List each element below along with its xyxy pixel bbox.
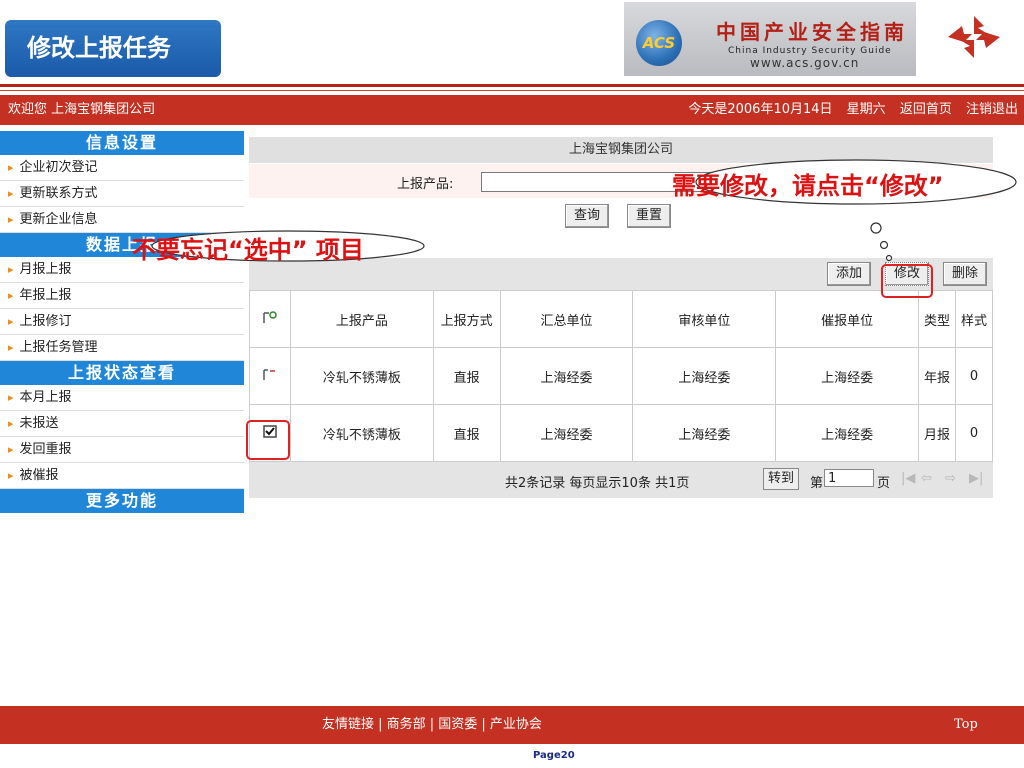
- edit-hint-callout: 需要修改，请点击“修改”: [672, 172, 944, 200]
- cell-urge: 上海经委: [775, 404, 919, 462]
- first-page-icon[interactable]: |◀: [901, 471, 915, 486]
- logo-chinese-title: 中国产业安全指南: [716, 20, 908, 44]
- cell-style: 0: [954, 404, 994, 462]
- goto-button[interactable]: 转到: [763, 468, 800, 490]
- cell-summary: 上海经委: [499, 404, 634, 462]
- footer-bar: 友情链接 | 商务部 | 国资委 | 产业协会 Top: [0, 706, 1024, 744]
- table-row[interactable]: 冷轧不锈薄板 直报 上海经委 上海经委 上海经委 月报 0: [249, 404, 994, 462]
- sidebar-item-returned[interactable]: 发回重报: [0, 437, 244, 463]
- cell-product: 冷轧不锈薄板: [289, 347, 434, 405]
- table-row[interactable]: 冷轧不锈薄板 直报 上海经委 上海经委 上海经委 年报 0: [249, 347, 994, 405]
- cell-style: 0: [954, 347, 994, 405]
- column-header-method: 上报方式: [432, 290, 501, 348]
- footer-links[interactable]: 友情链接 | 商务部 | 国资委 | 产业协会: [322, 706, 542, 744]
- sidebar-section-more: 更多功能: [0, 489, 244, 513]
- sidebar-item-task-management[interactable]: 上报任务管理: [0, 335, 244, 361]
- column-header-type: 类型: [918, 290, 956, 348]
- table-header-row: 上报产品 上报方式 汇总单位 审核单位 催报单位 类型 样式: [249, 290, 994, 348]
- sidebar-item-update-contact[interactable]: 更新联系方式: [0, 181, 244, 207]
- reset-button[interactable]: 重置: [627, 204, 672, 228]
- sidebar-item-not-submitted[interactable]: 未报送: [0, 411, 244, 437]
- product-filter-label: 上报产品:: [397, 177, 454, 192]
- select-all-cell: [249, 290, 291, 348]
- cell-audit: 上海经委: [632, 404, 777, 462]
- cell-method: 直报: [432, 347, 501, 405]
- column-header-summary: 汇总单位: [499, 290, 634, 348]
- row-unchecked-icon[interactable]: [261, 367, 279, 381]
- cell-product: 冷轧不锈薄板: [289, 404, 434, 462]
- checkbox-highlight: [246, 420, 290, 460]
- header-divider: [0, 84, 1024, 87]
- page-prefix: 第: [810, 476, 824, 491]
- page-number-input[interactable]: 1: [824, 469, 874, 487]
- acs-globe-logo: ACS: [636, 20, 682, 66]
- cell-method: 直报: [432, 404, 501, 462]
- pager-summary: 共2条记录 每页显示10条 共1页: [505, 476, 690, 491]
- date-text: 今天是2006年10月14日: [688, 102, 833, 117]
- ministry-emblem-icon: [948, 16, 1000, 58]
- column-header-audit: 审核单位: [632, 290, 777, 348]
- sidebar-item-first-registration[interactable]: 企业初次登记: [0, 155, 244, 181]
- column-header-product: 上报产品: [289, 290, 434, 348]
- cell-urge: 上海经委: [775, 347, 919, 405]
- acs-logo-banner: ACS 中国产业安全指南 China Industry Security Gui…: [624, 2, 916, 76]
- welcome-text: 欢迎您 上海宝钢集团公司: [8, 102, 156, 117]
- slide-page-number: Page20: [533, 750, 575, 761]
- top-bar: 欢迎您 上海宝钢集团公司 今天是2006年10月14日 星期六 返回首页 注销退…: [0, 95, 1024, 125]
- pager-bar: 共2条记录 每页显示10条 共1页 转到 第 1 页 |◀ ⇦ ⇨ ▶|: [249, 462, 993, 498]
- header-divider-thin: [0, 90, 1024, 91]
- select-hint-callout: 不要忘记“选中” 项目: [132, 236, 364, 264]
- top-bar-right: 今天是2006年10月14日 星期六 返回首页 注销退出: [678, 95, 1018, 125]
- last-page-icon[interactable]: ▶|: [969, 471, 983, 486]
- sidebar-item-report-revision[interactable]: 上报修订: [0, 309, 244, 335]
- cell-type: 年报: [918, 347, 956, 405]
- sidebar-item-this-month[interactable]: 本月上报: [0, 385, 244, 411]
- logout-link[interactable]: 注销退出: [966, 102, 1018, 117]
- home-link[interactable]: 返回首页: [900, 102, 952, 117]
- cell-type: 月报: [918, 404, 956, 462]
- edit-button-highlight: [881, 264, 933, 298]
- cell-audit: 上海经委: [632, 347, 777, 405]
- weekday-text: 星期六: [846, 102, 886, 117]
- row-select-cell: [249, 347, 291, 405]
- sidebar-section-status: 上报状态查看: [0, 361, 244, 385]
- select-all-flag-icon[interactable]: [261, 310, 279, 324]
- page-suffix: 页: [877, 476, 891, 491]
- column-header-urge: 催报单位: [775, 290, 919, 348]
- logo-english-title: China Industry Security Guide: [728, 46, 892, 56]
- logo-url: www.acs.gov.cn: [750, 56, 860, 70]
- query-button[interactable]: 查询: [565, 204, 610, 228]
- sidebar: 信息设置 企业初次登记 更新联系方式 更新企业信息 数据上报 月报上报 年报上报…: [0, 131, 244, 513]
- next-page-icon[interactable]: ⇨: [945, 471, 956, 486]
- slide-title: 修改上报任务: [5, 20, 221, 77]
- sidebar-item-annual-report[interactable]: 年报上报: [0, 283, 244, 309]
- sidebar-section-info: 信息设置: [0, 131, 244, 155]
- prev-page-icon[interactable]: ⇦: [921, 471, 932, 486]
- column-header-style: 样式: [954, 290, 994, 348]
- back-to-top-link[interactable]: Top: [954, 706, 978, 744]
- cell-summary: 上海经委: [499, 347, 634, 405]
- report-task-table: 上报产品 上报方式 汇总单位 审核单位 催报单位 类型 样式 冷轧不锈薄板 直报…: [249, 290, 994, 462]
- sidebar-item-urged[interactable]: 被催报: [0, 463, 244, 489]
